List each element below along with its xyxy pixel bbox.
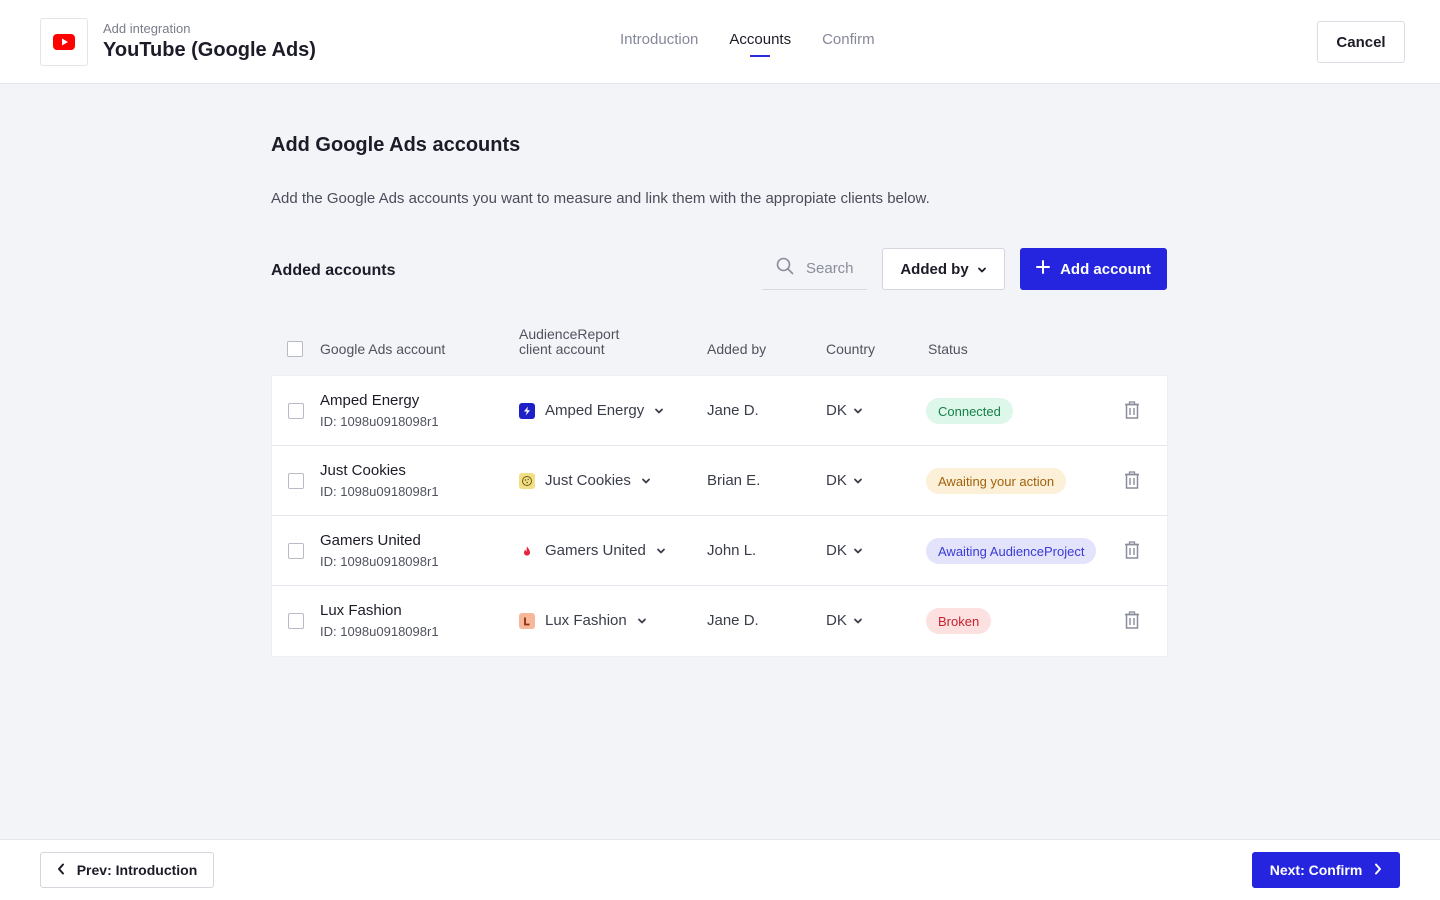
- trash-icon[interactable]: [1124, 541, 1140, 564]
- chevron-down-icon: [853, 612, 863, 629]
- added-by-value: John L.: [707, 542, 757, 559]
- cookie-icon: [519, 472, 535, 489]
- account-name: Gamers United: [320, 532, 421, 549]
- chevron-left-icon: [57, 862, 65, 878]
- prev-button-label: Prev: Introduction: [76, 862, 198, 878]
- country-select[interactable]: DK: [826, 402, 863, 419]
- top-header: Add integration YouTube (Google Ads) Int…: [0, 0, 1440, 84]
- lux-logo-icon: [519, 612, 535, 629]
- trash-icon[interactable]: [1124, 401, 1140, 424]
- added-by-value: Jane D.: [707, 612, 759, 629]
- status-badge: Broken: [926, 608, 992, 634]
- country-select[interactable]: DK: [826, 612, 863, 629]
- accounts-table: Amped Energy ID: 1098u0918098r1 Amped En…: [271, 375, 1168, 657]
- row-checkbox[interactable]: [288, 473, 304, 489]
- page-header-title: YouTube (Google Ads): [103, 39, 316, 61]
- footer-bar: Prev: Introduction Next: Confirm: [0, 839, 1440, 900]
- account-name: Amped Energy: [320, 392, 420, 409]
- section-title: Added accounts: [271, 262, 396, 279]
- search-icon: [776, 257, 794, 280]
- column-header-added-by: Added by: [707, 341, 767, 357]
- status-badge: Awaiting your action: [926, 468, 1067, 494]
- account-id: ID: 1098u0918098r1: [320, 414, 439, 429]
- add-account-button[interactable]: Add account: [1020, 248, 1167, 290]
- table-row: Gamers United ID: 1098u0918098r1 Gamers …: [272, 516, 1167, 586]
- country-label: DK: [826, 472, 847, 489]
- select-all-checkbox[interactable]: [287, 341, 303, 357]
- table-row: Just Cookies ID: 1098u0918098r1 Just Coo…: [272, 446, 1167, 516]
- country-select[interactable]: DK: [826, 472, 863, 489]
- cancel-button[interactable]: Cancel: [1317, 21, 1405, 63]
- plus-icon: [1036, 260, 1051, 278]
- added-by-filter-button[interactable]: Added by: [882, 248, 1005, 290]
- search-field[interactable]: [762, 248, 867, 290]
- chevron-down-icon: [654, 402, 664, 419]
- row-checkbox[interactable]: [288, 403, 304, 419]
- client-account-label: Lux Fashion: [545, 612, 627, 629]
- page-description: Add the Google Ads accounts you want to …: [271, 190, 930, 207]
- chevron-down-icon: [853, 542, 863, 559]
- country-label: DK: [826, 542, 847, 559]
- chevron-down-icon: [656, 542, 666, 559]
- account-name: Just Cookies: [320, 462, 406, 479]
- added-by-value: Brian E.: [707, 472, 761, 489]
- add-account-label: Add account: [1060, 260, 1151, 278]
- client-account-select[interactable]: Lux Fashion: [519, 612, 647, 629]
- wizard-tabs: Introduction Accounts Confirm: [620, 31, 875, 48]
- column-header-client-line2: client account: [519, 341, 605, 357]
- account-name: Lux Fashion: [320, 602, 402, 619]
- column-header-client: AudienceReport client account: [519, 327, 619, 357]
- trash-icon[interactable]: [1124, 471, 1140, 494]
- chevron-down-icon: [637, 612, 647, 629]
- account-id: ID: 1098u0918098r1: [320, 554, 439, 569]
- client-account-select[interactable]: Just Cookies: [519, 472, 651, 489]
- column-header-status: Status: [928, 341, 968, 357]
- client-account-label: Amped Energy: [545, 402, 645, 419]
- chevron-down-icon: [977, 261, 987, 278]
- table-header: Google Ads account AudienceReport client…: [271, 324, 1168, 374]
- row-checkbox[interactable]: [288, 543, 304, 559]
- chevron-right-icon: [1374, 862, 1382, 878]
- youtube-logo-icon: [40, 18, 88, 66]
- trash-icon[interactable]: [1124, 611, 1140, 634]
- status-badge: Awaiting AudienceProject: [926, 538, 1097, 564]
- tab-introduction[interactable]: Introduction: [620, 31, 698, 48]
- column-header-client-line1: AudienceReport: [519, 326, 620, 342]
- table-row: Amped Energy ID: 1098u0918098r1 Amped En…: [272, 376, 1167, 446]
- added-by-value: Jane D.: [707, 402, 759, 419]
- search-input[interactable]: [806, 260, 866, 277]
- column-header-country: Country: [826, 341, 876, 357]
- prev-introduction-button[interactable]: Prev: Introduction: [40, 852, 214, 888]
- chevron-down-icon: [641, 472, 651, 489]
- tab-confirm[interactable]: Confirm: [822, 31, 875, 48]
- added-by-filter-label: Added by: [900, 260, 969, 278]
- status-badge: Connected: [926, 398, 1013, 424]
- client-account-label: Gamers United: [545, 542, 646, 559]
- column-header-account: Google Ads account: [320, 341, 446, 357]
- client-account-select[interactable]: Gamers United: [519, 542, 666, 559]
- country-select[interactable]: DK: [826, 542, 863, 559]
- chevron-down-icon: [853, 402, 863, 419]
- account-id: ID: 1098u0918098r1: [320, 484, 439, 499]
- page-title: Add Google Ads accounts: [271, 134, 521, 156]
- next-confirm-button[interactable]: Next: Confirm: [1252, 852, 1400, 888]
- country-label: DK: [826, 612, 847, 629]
- client-account-label: Just Cookies: [545, 472, 631, 489]
- header-subtitle: Add integration: [103, 21, 191, 36]
- client-account-select[interactable]: Amped Energy: [519, 402, 664, 419]
- chevron-down-icon: [853, 472, 863, 489]
- tab-accounts[interactable]: Accounts: [729, 31, 791, 48]
- row-checkbox[interactable]: [288, 613, 304, 629]
- flame-icon: [519, 542, 535, 559]
- lightning-icon: [519, 402, 535, 419]
- table-row: Lux Fashion ID: 1098u0918098r1 Lux Fashi…: [272, 586, 1167, 656]
- country-label: DK: [826, 402, 847, 419]
- next-button-label: Next: Confirm: [1269, 862, 1363, 878]
- account-id: ID: 1098u0918098r1: [320, 624, 439, 639]
